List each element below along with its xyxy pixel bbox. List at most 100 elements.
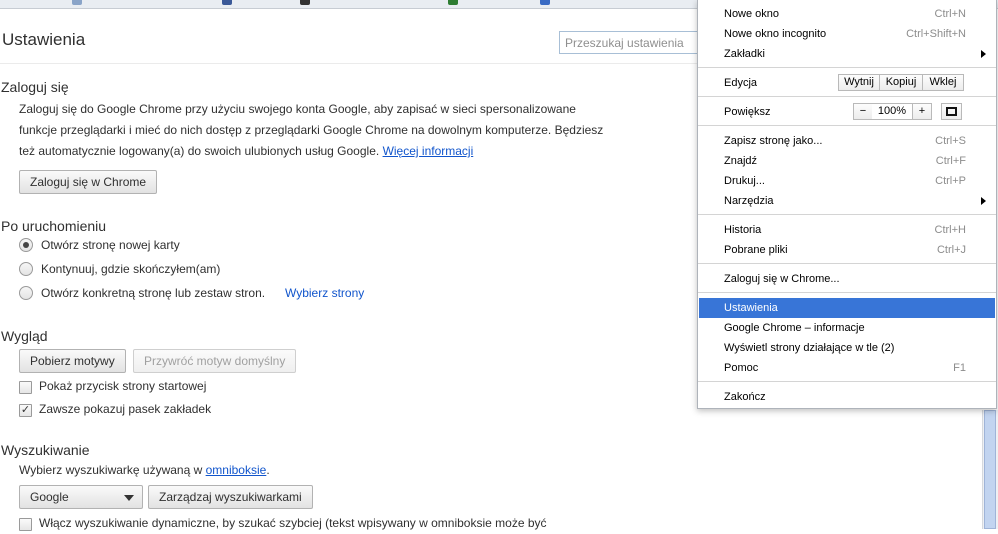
show-home-label: Pokaż przycisk strony startowej: [39, 379, 207, 393]
menu-item-shortcut: Ctrl+P: [935, 175, 966, 187]
search-engine-value: Google: [30, 490, 69, 504]
menu-item-shortcut: Ctrl+F: [935, 155, 966, 167]
startup-specific-pages-radio[interactable]: [19, 286, 33, 300]
menu-item-bookmarks[interactable]: Zakładki: [698, 44, 996, 64]
instant-search-checkbox[interactable]: [19, 518, 32, 531]
startup-continue-radio[interactable]: [19, 262, 33, 276]
bookmark-favicon-icon[interactable]: [222, 0, 232, 5]
menu-item-new-window[interactable]: Nowe okno Ctrl+N: [698, 4, 996, 24]
menu-item-shortcut: Ctrl+J: [936, 244, 966, 256]
bookmark-favicon-icon[interactable]: [448, 0, 458, 5]
menu-separator: [698, 214, 996, 215]
appearance-heading: Wygląd: [1, 328, 48, 344]
signin-text-line3-label: też automatycznie logowany(a) do swoich …: [19, 144, 380, 158]
search-description-suffix: .: [266, 463, 270, 477]
submenu-arrow-icon: [981, 50, 986, 58]
show-bookmarks-label: Zawsze pokazuj pasek zakładek: [39, 402, 212, 416]
radio-selected-dot-icon: [23, 242, 29, 248]
dropdown-arrow-icon: [124, 495, 134, 501]
zoom-in-button[interactable]: +: [912, 103, 932, 120]
signin-text-line2: funkcje przeglądarki i mieć do nich dost…: [19, 123, 604, 137]
menu-item-about[interactable]: Google Chrome – informacje: [698, 318, 996, 338]
reset-theme-button[interactable]: Przywróć motyw domyślny: [133, 349, 297, 373]
menu-item-history[interactable]: Historia Ctrl+H: [698, 220, 996, 240]
menu-item-tools[interactable]: Narzędzia: [698, 191, 996, 211]
search-engine-select[interactable]: Google: [19, 485, 143, 509]
signin-text-line1: Zaloguj się do Google Chrome przy użyciu…: [19, 102, 576, 116]
menu-separator: [698, 96, 996, 97]
fullscreen-icon: [946, 107, 957, 116]
menu-separator: [698, 381, 996, 382]
menu-item-exit[interactable]: Zakończ: [698, 387, 996, 407]
menu-item-shortcut: Ctrl+Shift+N: [906, 28, 966, 40]
menu-item-shortcut: Ctrl+H: [934, 224, 966, 236]
menu-item-label: Zapisz stronę jako...: [724, 135, 823, 147]
bookmark-favicon-icon[interactable]: [540, 0, 550, 5]
search-description: Wybierz wyszukiwarkę używaną w omniboksi…: [19, 460, 270, 481]
menu-separator: [698, 67, 996, 68]
menu-separator: [698, 125, 996, 126]
menu-item-save-page[interactable]: Zapisz stronę jako... Ctrl+S: [698, 131, 996, 151]
startup-option-label: Otwórz konkretną stronę lub zestaw stron…: [41, 286, 266, 300]
menu-item-label: Historia: [724, 224, 762, 236]
manage-search-engines-button[interactable]: Zarządzaj wyszukiwarkami: [148, 485, 313, 509]
menu-item-incognito[interactable]: Nowe okno incognito Ctrl+Shift+N: [698, 24, 996, 44]
show-bookmarks-checkbox[interactable]: ✓: [19, 404, 32, 417]
startup-heading: Po uruchomieniu: [1, 218, 107, 234]
menu-item-settings[interactable]: Ustawienia: [699, 298, 995, 318]
menu-item-print[interactable]: Drukuj... Ctrl+P: [698, 171, 996, 191]
menu-item-label: Zakładki: [724, 48, 765, 60]
menu-item-shortcut: F1: [953, 362, 966, 374]
checkmark-icon: ✓: [20, 404, 31, 416]
menu-item-label: Ustawienia: [724, 302, 778, 314]
menu-paste-button[interactable]: Wklej: [922, 74, 964, 91]
more-info-link[interactable]: Więcej informacji: [383, 144, 474, 158]
show-home-checkbox[interactable]: [19, 381, 32, 394]
menu-item-help[interactable]: Pomoc F1: [698, 358, 996, 378]
menu-item-label: Powiększ: [724, 106, 771, 118]
menu-item-label: Edycja: [724, 77, 758, 89]
settings-search-input[interactable]: Przeszukaj ustawienia: [559, 31, 719, 54]
menu-item-label: Zakończ: [724, 391, 766, 403]
submenu-arrow-icon: [981, 197, 986, 205]
menu-separator: [698, 263, 996, 264]
menu-item-label: Wyświetl strony działające w tle (2): [724, 342, 895, 354]
header-divider: [0, 63, 700, 64]
startup-option-label: Otwórz stronę nowej karty: [41, 238, 180, 252]
get-themes-button[interactable]: Pobierz motywy: [19, 349, 126, 373]
fullscreen-button[interactable]: [941, 103, 962, 120]
bookmark-favicon-icon[interactable]: [72, 0, 82, 5]
menu-item-background-pages[interactable]: Wyświetl strony działające w tle (2): [698, 338, 996, 358]
menu-item-label: Pomoc: [724, 362, 759, 374]
scrollbar-thumb[interactable]: [984, 410, 996, 529]
signin-heading: Zaloguj się: [1, 79, 69, 95]
menu-item-label: Znajdź: [724, 155, 758, 167]
menu-copy-button[interactable]: Kopiuj: [879, 74, 923, 91]
menu-cut-button[interactable]: Wytnij: [838, 74, 880, 91]
bookmark-favicon-icon[interactable]: [300, 0, 310, 5]
startup-newtab-radio[interactable]: [19, 238, 33, 252]
menu-item-label: Nowe okno incognito: [724, 28, 827, 40]
menu-item-label: Drukuj...: [724, 175, 765, 187]
menu-item-find[interactable]: Znajdź Ctrl+F: [698, 151, 996, 171]
menu-separator: [698, 292, 996, 293]
omnibox-link[interactable]: omniboksie: [206, 463, 267, 477]
signin-chrome-button[interactable]: Zaloguj się w Chrome: [19, 170, 158, 194]
signin-text-line3: też automatycznie logowany(a) do swoich …: [19, 141, 473, 162]
menu-item-label: Pobrane pliki: [724, 244, 788, 256]
chrome-menu: Nowe okno Ctrl+N Nowe okno incognito Ctr…: [697, 0, 997, 409]
menu-item-shortcut: Ctrl+N: [934, 8, 966, 20]
menu-item-label: Zaloguj się w Chrome...: [724, 273, 840, 285]
menu-item-shortcut: Ctrl+S: [935, 135, 966, 147]
menu-item-label: Google Chrome – informacje: [724, 322, 865, 334]
set-pages-link[interactable]: Wybierz strony: [285, 283, 364, 304]
search-heading: Wyszukiwanie: [1, 442, 90, 458]
menu-item-signin[interactable]: Zaloguj się w Chrome...: [698, 269, 996, 289]
zoom-level-value: 100%: [872, 103, 912, 120]
instant-search-label: Włącz wyszukiwanie dynamiczne, by szukać…: [39, 516, 547, 530]
menu-item-downloads[interactable]: Pobrane pliki Ctrl+J: [698, 240, 996, 260]
search-description-prefix: Wybierz wyszukiwarkę używaną w: [19, 463, 203, 477]
page-title: Ustawienia: [2, 30, 86, 49]
menu-item-label: Narzędzia: [724, 195, 774, 207]
zoom-out-button[interactable]: −: [853, 103, 873, 120]
